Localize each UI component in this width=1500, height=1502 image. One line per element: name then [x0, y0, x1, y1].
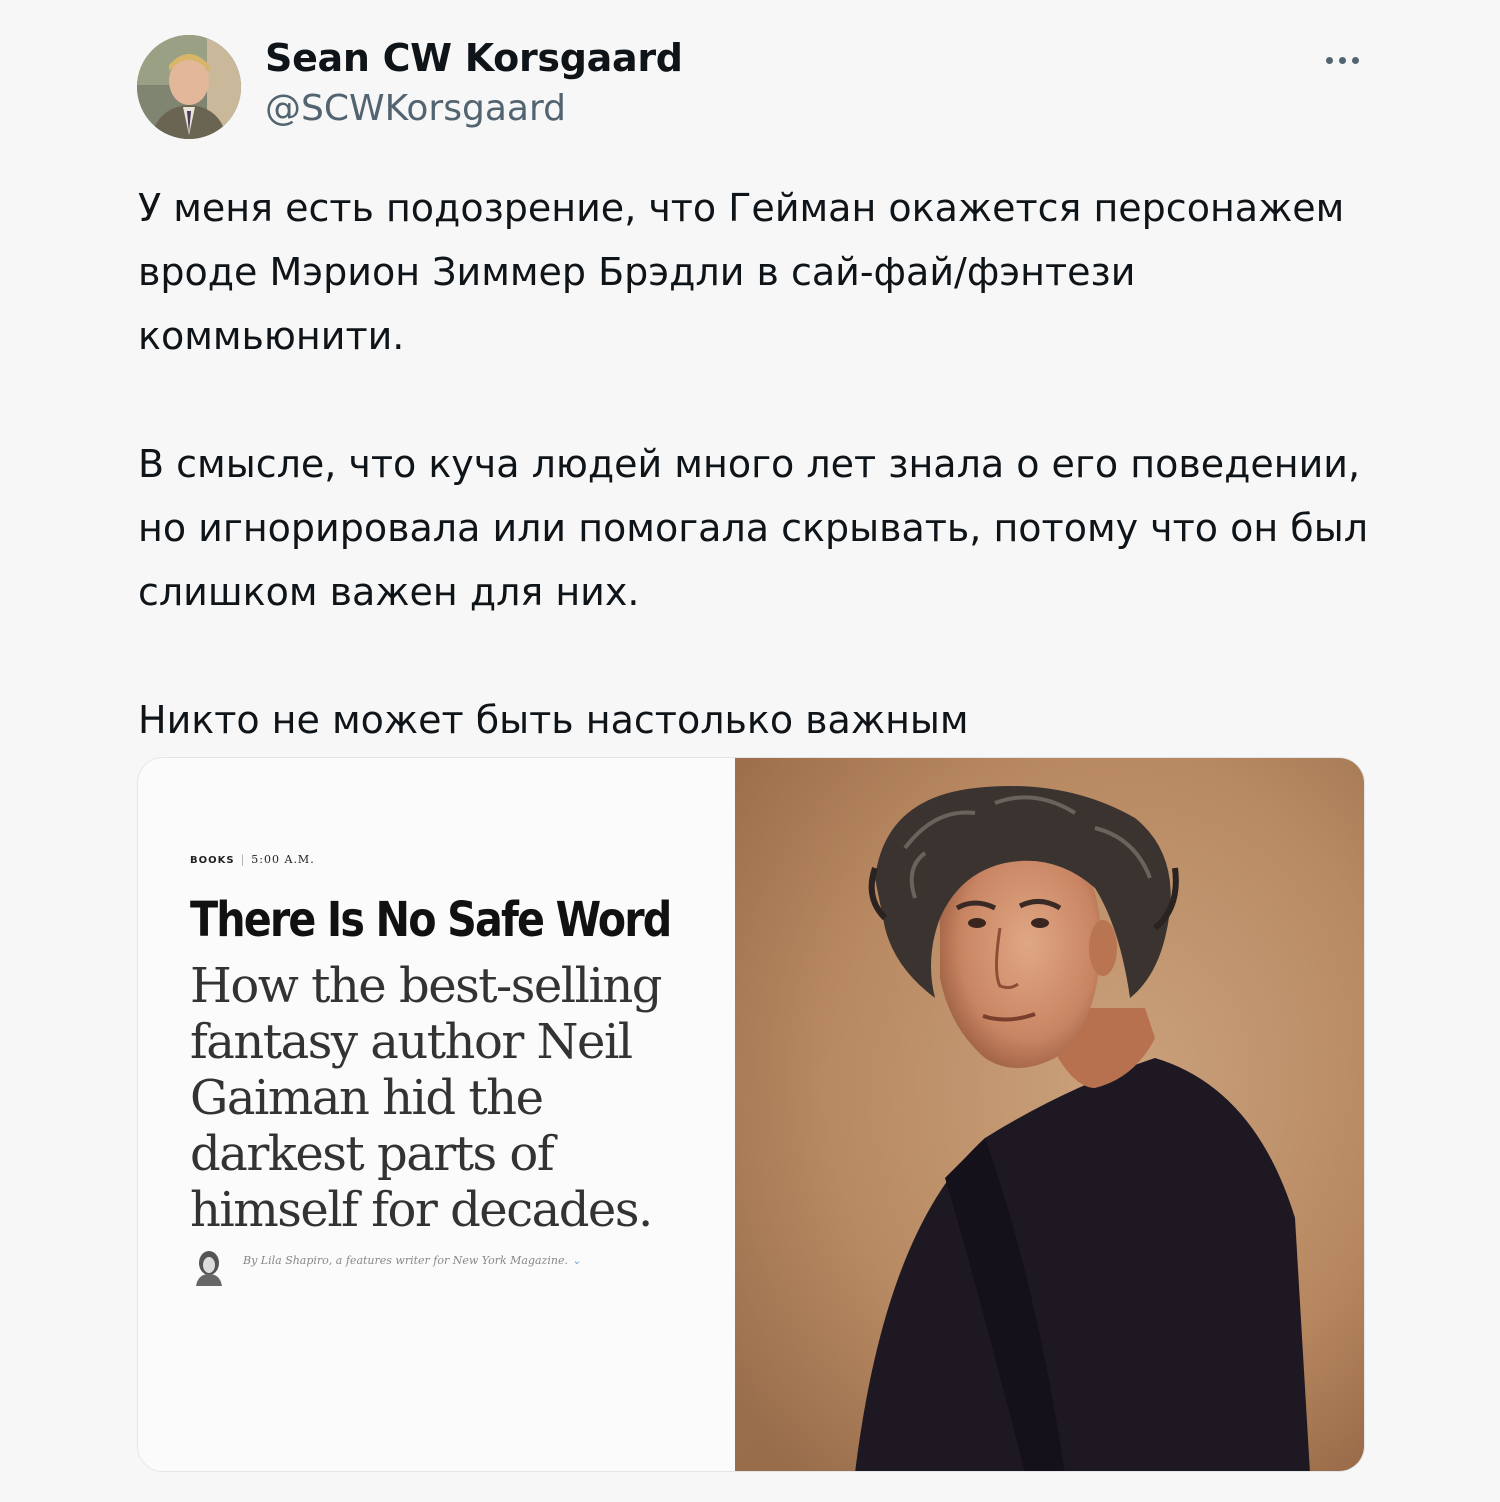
byline-text: By Lila Shapiro, a features writer for N… — [243, 1254, 568, 1267]
byline-avatar-icon — [196, 1251, 222, 1286]
author-portrait-photo — [735, 758, 1364, 1471]
portrait-image — [735, 758, 1364, 1471]
article-dek: How the best-selling fantasy author Neil… — [190, 958, 662, 1238]
tweet-text: У меня есть подозрение, что Гейман окаже… — [138, 176, 1378, 752]
author-avatar[interactable] — [137, 35, 241, 139]
more-horizontal-icon — [1325, 56, 1333, 64]
tweet-paragraph: У меня есть подозрение, что Гейман окаже… — [138, 186, 1345, 358]
article-section: BOOKS — [190, 855, 235, 866]
author-display-name[interactable]: Sean CW Korsgaard — [265, 36, 683, 80]
article-kicker: BOOKS | 5:00 A.M. — [190, 853, 315, 866]
media-image[interactable]: BOOKS | 5:00 A.M. There Is No Safe Word Ho… — [137, 757, 1365, 1472]
article-screenshot: BOOKS | 5:00 A.M. There Is No Safe Word Ho… — [138, 758, 735, 1471]
more-horizontal-icon — [1338, 56, 1346, 64]
tweet-paragraph: Никто не может быть настолько важным — [138, 698, 969, 742]
more-horizontal-icon — [1351, 56, 1359, 64]
article-time: 5:00 A.M. — [251, 853, 315, 866]
tweet: Sean CW Korsgaard @SCWKorsgaard У меня е… — [0, 0, 1500, 1502]
author-handle[interactable]: @SCWKorsgaard — [265, 88, 566, 129]
chevron-down-icon: ⌄ — [571, 1254, 582, 1267]
article-byline: By Lila Shapiro, a features writer for N… — [243, 1252, 603, 1270]
article-headline: There Is No Safe Word — [190, 892, 672, 948]
more-options-button[interactable] — [1312, 40, 1372, 80]
tweet-paragraph: В смысле, что куча людей много лет знала… — [138, 442, 1368, 614]
avatar-photo — [137, 35, 241, 139]
